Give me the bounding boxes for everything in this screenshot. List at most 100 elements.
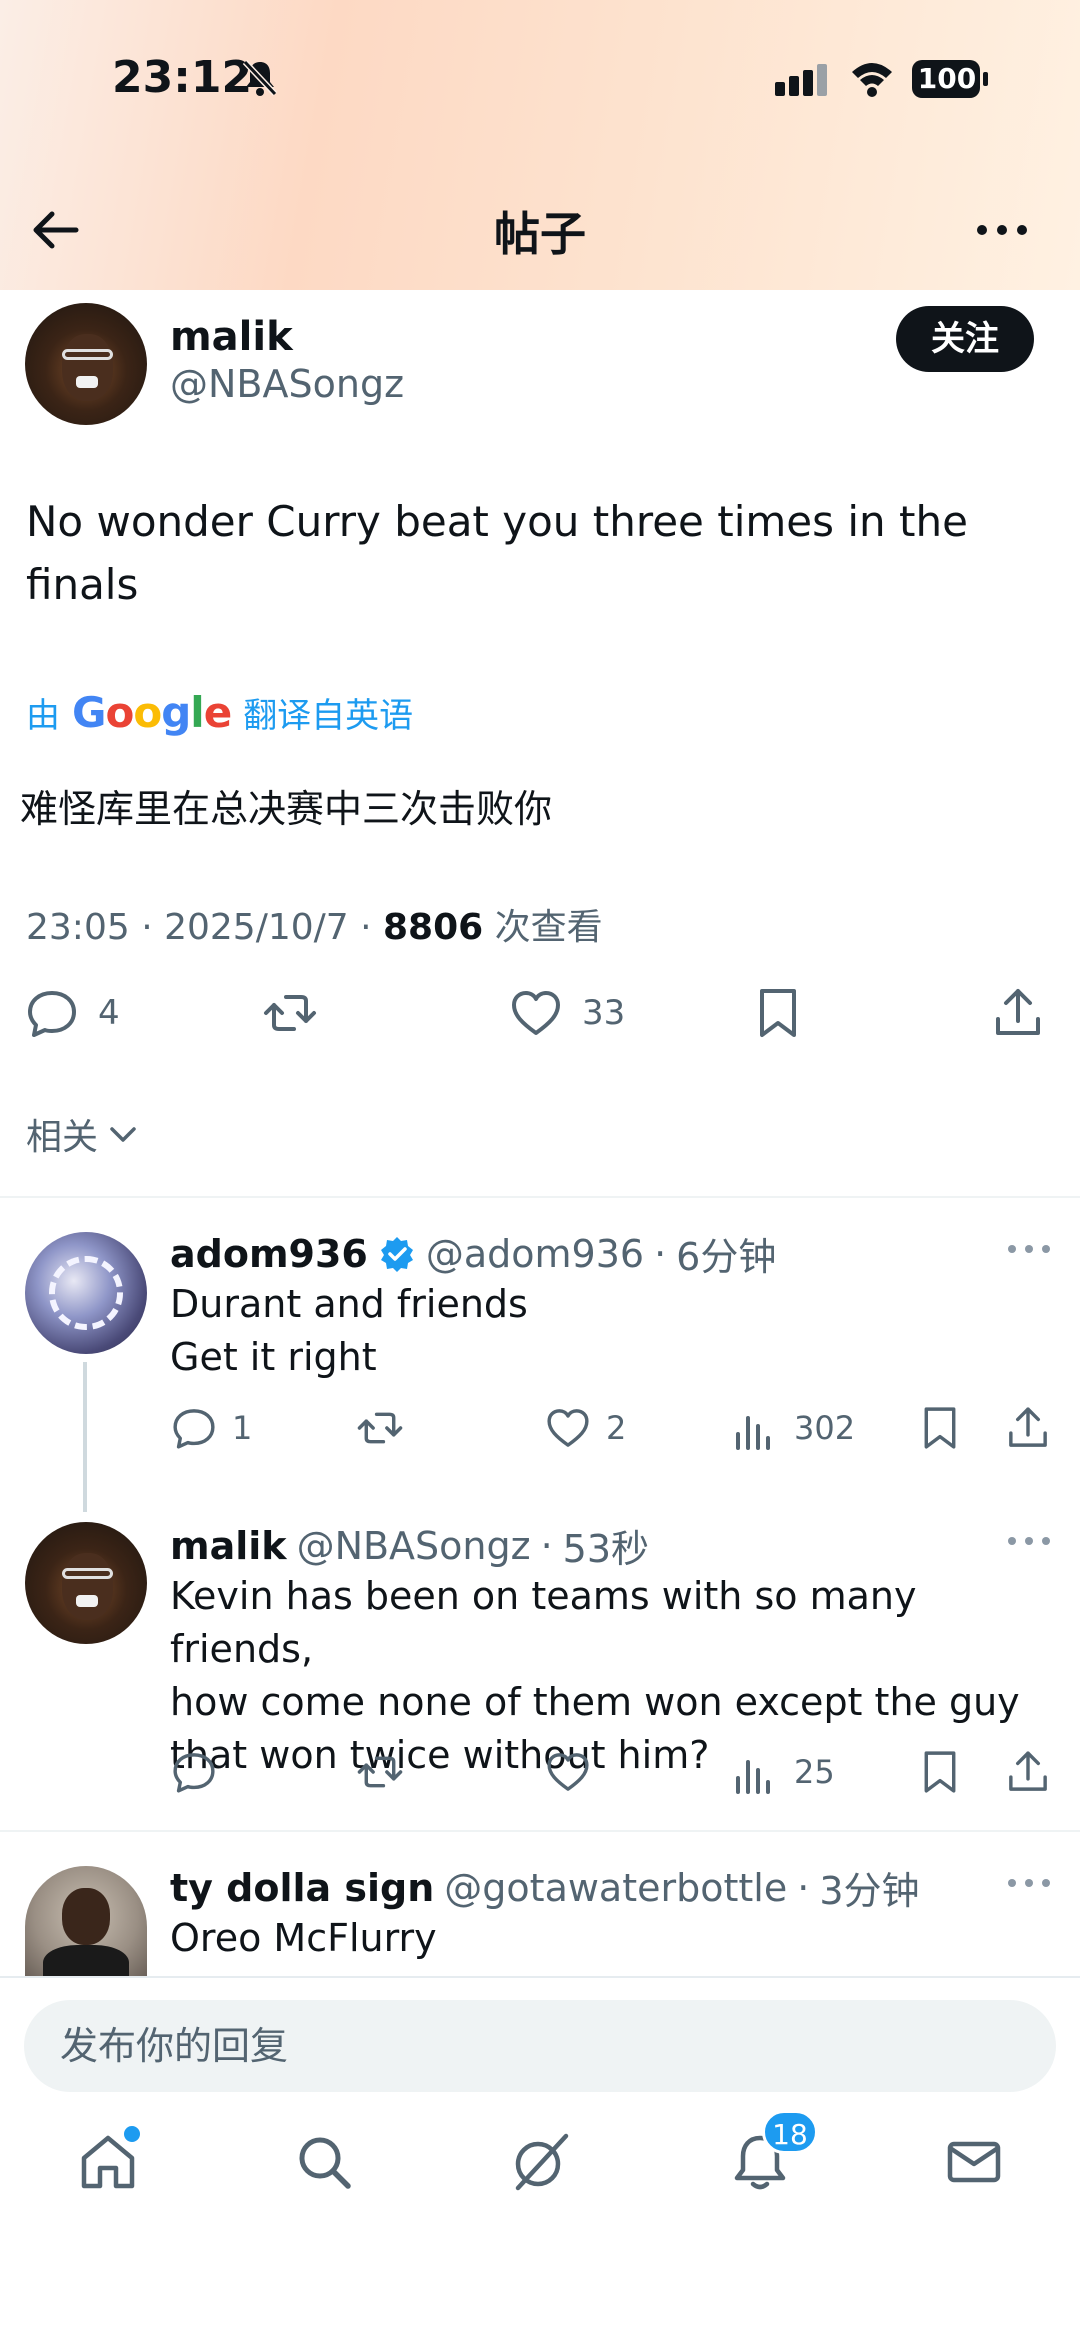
- share-action[interactable]: [1004, 1748, 1052, 1796]
- search-icon: [299, 2137, 351, 2189]
- grok-icon: [515, 2133, 569, 2191]
- divider: [0, 1976, 1080, 1978]
- views-count: 25: [794, 1753, 835, 1791]
- translation-attribution[interactable]: 由 Google 翻译自英语: [26, 688, 413, 737]
- views-label: 次查看: [483, 907, 603, 948]
- share-icon: [1009, 1407, 1047, 1447]
- reply-author-handle: @gotawaterbottle: [444, 1865, 788, 1910]
- tab-search[interactable]: [292, 2130, 356, 2194]
- repost-icon: [264, 995, 316, 1031]
- bell-off-icon: [242, 59, 278, 97]
- repost-action[interactable]: [262, 985, 318, 1041]
- status-bar: 23:12 100: [0, 0, 1080, 160]
- like-action[interactable]: [544, 1748, 592, 1796]
- related-label: 相关: [26, 1117, 99, 1158]
- bookmark-icon: [924, 1407, 956, 1449]
- reply-line: Durant and friends: [170, 1282, 528, 1326]
- battery-level: 100: [917, 62, 977, 95]
- translate-prefix: 由: [26, 696, 60, 736]
- share-action[interactable]: [1004, 1404, 1052, 1452]
- notifications-badge: 18: [762, 2110, 818, 2154]
- bottom-tab-bar: 18: [0, 2110, 1080, 2240]
- more-options-icon[interactable]: [1004, 1868, 1054, 1898]
- reply-icon: [173, 1409, 215, 1449]
- reply-icon: [173, 1753, 215, 1793]
- views-count: 302: [794, 1409, 856, 1447]
- thread-connector: [83, 1362, 87, 1512]
- page-title: 帖子: [494, 207, 586, 261]
- repost-icon: [357, 1756, 403, 1788]
- reply-action[interactable]: 4: [24, 985, 120, 1041]
- reply-line: how come none of them won except the guy: [170, 1680, 1020, 1724]
- bookmark-icon: [924, 1751, 956, 1793]
- divider: [0, 1830, 1080, 1832]
- google-logo: Google: [72, 688, 232, 737]
- more-options-icon[interactable]: [1004, 1234, 1054, 1264]
- reply-line: Kevin has been on teams with so many fri…: [170, 1574, 917, 1671]
- follow-button[interactable]: 关注: [896, 306, 1034, 372]
- post-meta: 23:05 · 2025/10/7 · 8806 次查看: [26, 898, 603, 950]
- top-nav: 帖子: [0, 180, 1080, 280]
- bookmark-action[interactable]: [916, 1748, 964, 1796]
- reply-count: 1: [232, 1409, 253, 1447]
- reply-count: 4: [98, 993, 120, 1033]
- like-action[interactable]: 33: [508, 985, 625, 1041]
- mail-icon: [947, 2141, 1001, 2183]
- reply-action[interactable]: 1: [170, 1404, 252, 1452]
- verified-badge-icon: [380, 1236, 413, 1272]
- reply-avatar[interactable]: [25, 1522, 147, 1644]
- translated-text: 难怪库里在总决赛中三次击败你: [20, 787, 553, 831]
- like-count: 33: [582, 993, 626, 1033]
- reply-action[interactable]: [170, 1748, 218, 1796]
- reply-input[interactable]: 发布你的回复: [24, 2000, 1056, 2092]
- reply-header[interactable]: ty dolla sign @gotawaterbottle · 3分钟: [170, 1860, 920, 1915]
- author-handle[interactable]: @NBASongz: [170, 362, 404, 406]
- repost-action[interactable]: [356, 1748, 404, 1796]
- cellular-signal-icon: [775, 64, 827, 96]
- reply-time: 3分钟: [819, 1869, 920, 1913]
- post-text: No wonder Curry beat you three times in …: [26, 497, 968, 609]
- views-action[interactable]: 302: [732, 1404, 855, 1452]
- reply-author-name: ty dolla sign: [170, 1865, 435, 1910]
- views-action[interactable]: 25: [732, 1748, 835, 1796]
- share-action[interactable]: [990, 985, 1046, 1041]
- more-options-icon[interactable]: [1004, 1526, 1054, 1556]
- reply-time: 6分钟: [676, 1235, 777, 1279]
- reply-author-name: malik: [170, 1523, 287, 1568]
- author-avatar[interactable]: [25, 303, 147, 425]
- bookmark-action[interactable]: [750, 985, 806, 1041]
- heart-icon: [512, 991, 560, 1035]
- repost-icon: [357, 1412, 403, 1444]
- tab-messages[interactable]: [942, 2130, 1006, 2194]
- bookmark-action[interactable]: [916, 1404, 964, 1452]
- analytics-icon: [736, 1416, 770, 1450]
- heart-icon: [547, 1753, 589, 1791]
- reply-author-name: adom936: [170, 1231, 368, 1276]
- reply-icon: [28, 991, 76, 1037]
- chevron-down-icon: [110, 1127, 136, 1142]
- reply-text: Durant and friends Get it right: [170, 1278, 1050, 1384]
- like-action[interactable]: 2: [544, 1404, 626, 1452]
- like-count: 2: [606, 1409, 627, 1447]
- reply-author-handle: @adom936: [425, 1231, 645, 1276]
- author-name[interactable]: malik: [170, 314, 293, 360]
- reply-avatar[interactable]: [25, 1232, 147, 1354]
- reply-header[interactable]: malik @NBASongz · 53秒: [170, 1518, 649, 1573]
- status-time: 23:12: [112, 52, 253, 103]
- reply-author-handle: @NBASongz: [296, 1523, 531, 1568]
- home-unread-dot: [124, 2126, 140, 2142]
- related-sort[interactable]: 相关: [26, 1108, 140, 1160]
- reply-line: Oreo McFlurry: [170, 1916, 437, 1960]
- post-timestamp: 23:05 · 2025/10/7 ·: [26, 907, 383, 948]
- reply-avatar[interactable]: [25, 1866, 147, 1976]
- separator-dot: ·: [654, 1231, 667, 1276]
- more-options-icon[interactable]: [972, 210, 1032, 250]
- tab-grok[interactable]: [508, 2130, 572, 2194]
- repost-action[interactable]: [356, 1404, 404, 1452]
- views-count: 8806: [383, 907, 484, 948]
- separator-dot: ·: [797, 1865, 810, 1910]
- reply-header[interactable]: adom936 @adom936 · 6分钟: [170, 1226, 776, 1281]
- divider: [0, 1196, 1080, 1198]
- share-icon: [1009, 1751, 1047, 1791]
- reply-time: 53秒: [562, 1527, 650, 1571]
